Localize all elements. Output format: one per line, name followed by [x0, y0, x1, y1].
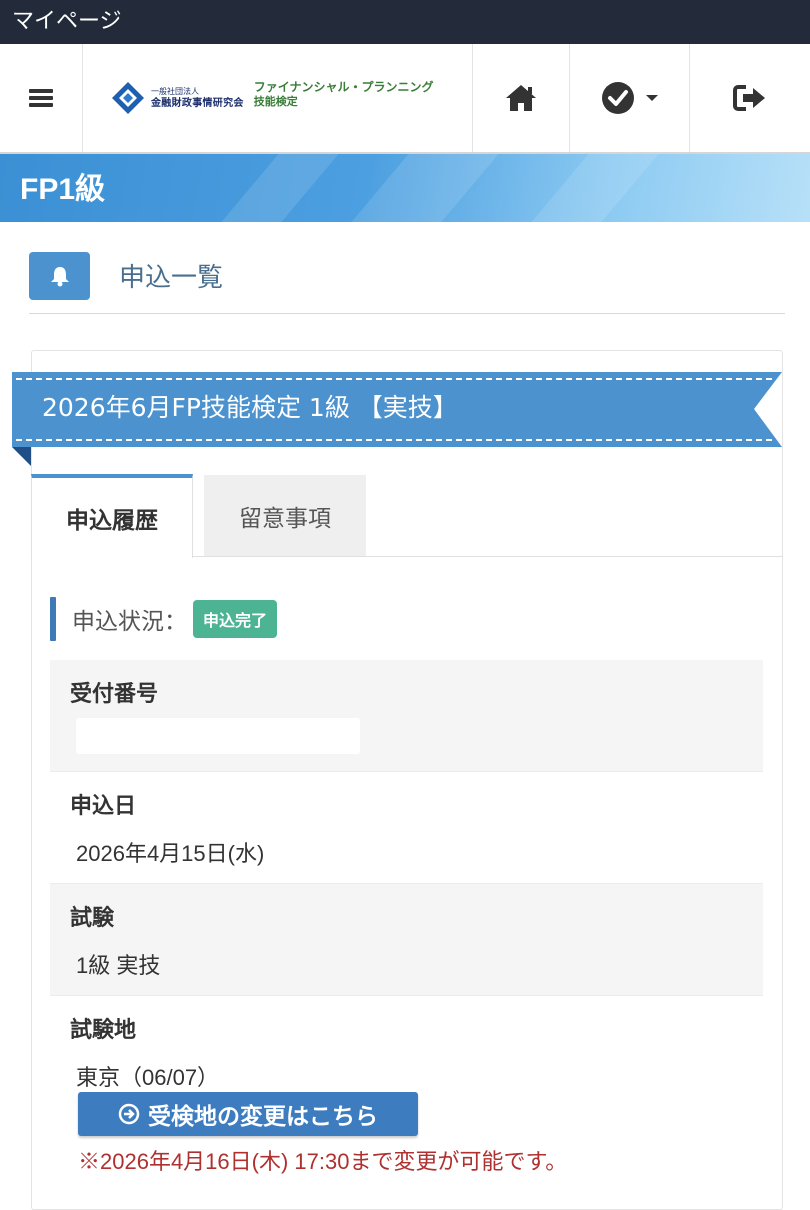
home-button[interactable] [473, 44, 570, 152]
logo-mark-icon [112, 82, 144, 114]
section-icon-box [29, 252, 90, 300]
sign-out-icon [733, 85, 765, 111]
detail-row-exam: 試験 1級 実技 [50, 884, 763, 996]
apply-date-value: 2026年4月15日(水) [76, 841, 265, 866]
banner-stripe [531, 154, 659, 222]
detail-row-apply-date: 申込日 2026年4月15日(水) [50, 772, 763, 884]
status-menu-button[interactable] [570, 44, 690, 152]
application-status: 申込状況： 申込完了 [50, 597, 278, 641]
logo-org-small: 一般社団法人 [151, 86, 199, 96]
logout-button[interactable] [690, 44, 810, 152]
location-value: 東京（06/07） [76, 1065, 220, 1090]
section-title: 申込一覧 [119, 263, 224, 293]
top-navbar: 一般社団法人 金融財政事情研究会 ファイナンシャル・プランニング 技能検定 [0, 44, 810, 154]
banner-stripe [221, 154, 339, 222]
change-location-label: 受検地の変更はこちら [148, 1104, 378, 1130]
tab-notes[interactable]: 留意事項 [204, 475, 366, 556]
apply-date-label: 申込日 [70, 794, 137, 819]
arrow-circle-right-icon [118, 1103, 140, 1125]
menu-icon [29, 89, 53, 107]
detail-row-receipt-number: 受付番号 [50, 660, 763, 772]
page-banner: FP1級 [0, 154, 810, 222]
change-deadline-note: ※2026年4月16日(木) 17:30まで変更が可能です。 [78, 1149, 568, 1174]
receipt-number-redacted [76, 718, 360, 754]
menu-button[interactable] [0, 44, 83, 152]
caret-down-icon [645, 95, 658, 101]
logo-org-text: 一般社団法人 金融財政事情研究会 [151, 86, 244, 109]
status-label: 申込状況： [72, 609, 187, 635]
receipt-number-label: 受付番号 [70, 682, 159, 707]
logo-program-line2: 技能検定 [253, 94, 298, 108]
exam-value: 1級 実技 [76, 953, 161, 978]
window-title: マイページ [0, 0, 810, 44]
home-icon [506, 85, 536, 111]
page-title: FP1級 [20, 173, 106, 206]
status-accent-bar [50, 597, 56, 641]
section-header: 申込一覧 [29, 252, 785, 314]
logo-org-main: 金融財政事情研究会 [151, 97, 244, 109]
change-location-button[interactable]: 受検地の変更はこちら [78, 1092, 418, 1136]
logo-program-text: ファイナンシャル・プランニング 技能検定 [254, 80, 434, 108]
exam-label: 試験 [70, 906, 115, 931]
tab-application-history[interactable]: 申込履歴 [31, 474, 193, 558]
exam-ribbon: 2026年6月FP技能検定 1級 【実技】 [12, 372, 782, 466]
status-badge: 申込完了 [193, 600, 278, 638]
tab-bar: 申込履歴 留意事項 [31, 474, 783, 558]
site-logo[interactable]: 一般社団法人 金融財政事情研究会 ファイナンシャル・プランニング 技能検定 [83, 44, 473, 152]
logo-program-line1: ファイナンシャル・プランニング [253, 80, 434, 95]
bell-icon [50, 267, 69, 287]
exam-title: 2026年6月FP技能検定 1級 【実技】 [42, 393, 458, 422]
location-label: 試験地 [70, 1018, 137, 1043]
banner-stripe [351, 154, 499, 222]
check-circle-icon [601, 82, 634, 114]
